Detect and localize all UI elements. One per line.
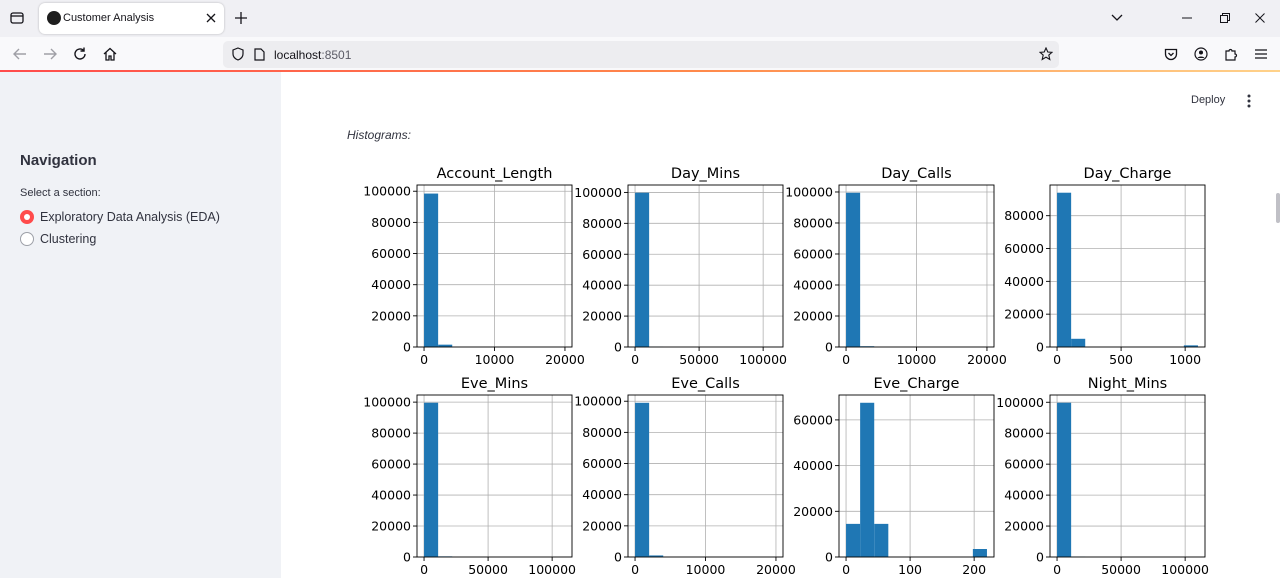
histogram-bar bbox=[1071, 338, 1086, 347]
y-tick-label: 60000 bbox=[793, 246, 833, 261]
y-tick-label: 0 bbox=[825, 340, 833, 355]
y-tick-label: 20000 bbox=[793, 504, 833, 519]
x-tick-label: 50000 bbox=[1101, 562, 1141, 577]
y-tick-label: 80000 bbox=[793, 215, 833, 230]
x-tick-label: 50000 bbox=[468, 562, 508, 577]
y-tick-label: 0 bbox=[825, 550, 833, 565]
x-tick-label: 20000 bbox=[545, 352, 585, 367]
y-tick-label: 20000 bbox=[371, 308, 411, 323]
x-tick-label: 0 bbox=[1053, 352, 1061, 367]
y-tick-label: 40000 bbox=[371, 277, 411, 292]
x-tick-label: 0 bbox=[420, 562, 428, 577]
chart-title: Account_Length bbox=[437, 166, 553, 182]
y-tick-label: 60000 bbox=[582, 247, 622, 262]
y-tick-label: 20000 bbox=[793, 308, 833, 323]
histogram-bar bbox=[635, 192, 650, 347]
y-tick-label: 20000 bbox=[1004, 519, 1044, 534]
histogram-bar bbox=[635, 402, 650, 557]
histogram-grid: 0 10000 20000020000400006000080000100000Ac… bbox=[363, 166, 1209, 577]
chart-title: Day_Calls bbox=[881, 166, 952, 182]
y-tick-label: 40000 bbox=[793, 458, 833, 473]
y-tick-label: 0 bbox=[403, 340, 411, 355]
y-tick-label: 100000 bbox=[574, 394, 622, 409]
y-tick-label: 20000 bbox=[582, 309, 622, 324]
histogram-bar bbox=[424, 193, 439, 347]
plot-frame bbox=[1049, 184, 1206, 348]
y-tick-label: 100000 bbox=[996, 395, 1044, 410]
y-tick-label: 80000 bbox=[1004, 208, 1044, 223]
x-tick-label: 50000 bbox=[679, 352, 719, 367]
x-tick-label: 100000 bbox=[1161, 562, 1209, 577]
y-tick-label: 40000 bbox=[582, 278, 622, 293]
y-tick-label: 40000 bbox=[582, 487, 622, 502]
x-tick-label: 0 bbox=[1053, 562, 1061, 577]
x-tick-label: 0 bbox=[842, 352, 850, 367]
y-tick-label: 60000 bbox=[1004, 457, 1044, 472]
y-tick-label: 80000 bbox=[582, 425, 622, 440]
y-tick-label: 0 bbox=[614, 550, 622, 565]
histogram-bar bbox=[846, 192, 861, 347]
y-tick-label: 0 bbox=[1036, 550, 1044, 565]
y-tick-label: 40000 bbox=[1004, 274, 1044, 289]
y-tick-label: 60000 bbox=[1004, 241, 1044, 256]
y-tick-label: 60000 bbox=[371, 246, 411, 261]
histogram-bar bbox=[846, 523, 861, 557]
x-tick-label: 100000 bbox=[528, 562, 576, 577]
chart-title: Eve_Mins bbox=[461, 376, 528, 392]
x-tick-label: 20000 bbox=[967, 352, 1007, 367]
y-tick-label: 100000 bbox=[363, 395, 411, 410]
y-tick-label: 40000 bbox=[1004, 488, 1044, 503]
y-tick-label: 100000 bbox=[574, 185, 622, 200]
x-tick-label: 1000 bbox=[1169, 352, 1201, 367]
histogram-bar bbox=[860, 402, 875, 557]
chart-title: Day_Mins bbox=[671, 166, 740, 182]
plot-frame bbox=[1049, 394, 1206, 558]
y-tick-label: 80000 bbox=[371, 215, 411, 230]
y-tick-label: 60000 bbox=[582, 456, 622, 471]
y-tick-label: 80000 bbox=[582, 216, 622, 231]
y-tick-label: 20000 bbox=[582, 518, 622, 533]
y-tick-label: 0 bbox=[403, 550, 411, 565]
y-tick-label: 60000 bbox=[793, 412, 833, 427]
histogram-bar bbox=[1057, 402, 1072, 557]
x-tick-label: 0 bbox=[420, 352, 428, 367]
y-tick-label: 40000 bbox=[793, 277, 833, 292]
histogram-bar bbox=[874, 523, 889, 557]
histogram-bar bbox=[424, 402, 439, 557]
y-tick-label: 0 bbox=[1036, 340, 1044, 355]
y-tick-label: 80000 bbox=[371, 426, 411, 441]
chart-title: Eve_Calls bbox=[671, 376, 740, 392]
chart-title: Night_Mins bbox=[1088, 376, 1168, 392]
histogram-bar bbox=[1057, 192, 1072, 347]
histogram-bar bbox=[972, 549, 987, 557]
y-tick-label: 20000 bbox=[371, 519, 411, 534]
x-tick-label: 500 bbox=[1109, 352, 1133, 367]
plot-frame bbox=[416, 394, 573, 558]
y-tick-label: 40000 bbox=[371, 488, 411, 503]
x-tick-label: 10000 bbox=[686, 562, 726, 577]
x-tick-label: 100000 bbox=[739, 352, 787, 367]
chart-title: Day_Charge bbox=[1084, 166, 1172, 182]
x-tick-label: 20000 bbox=[756, 562, 796, 577]
x-tick-label: 0 bbox=[631, 352, 639, 367]
x-tick-label: 200 bbox=[962, 562, 986, 577]
x-tick-label: 10000 bbox=[475, 352, 515, 367]
y-tick-label: 100000 bbox=[785, 184, 833, 199]
scrollbar-thumb[interactable] bbox=[1276, 193, 1280, 223]
y-tick-label: 80000 bbox=[1004, 426, 1044, 441]
y-tick-label: 60000 bbox=[371, 457, 411, 472]
x-tick-label: 0 bbox=[842, 562, 850, 577]
x-tick-label: 10000 bbox=[897, 352, 937, 367]
chart-title: Eve_Charge bbox=[874, 376, 960, 392]
x-tick-label: 0 bbox=[631, 562, 639, 577]
y-tick-label: 0 bbox=[614, 340, 622, 355]
y-tick-label: 20000 bbox=[1004, 307, 1044, 322]
x-tick-label: 100 bbox=[898, 562, 922, 577]
y-tick-label: 100000 bbox=[363, 184, 411, 199]
plot-frame bbox=[627, 184, 784, 348]
